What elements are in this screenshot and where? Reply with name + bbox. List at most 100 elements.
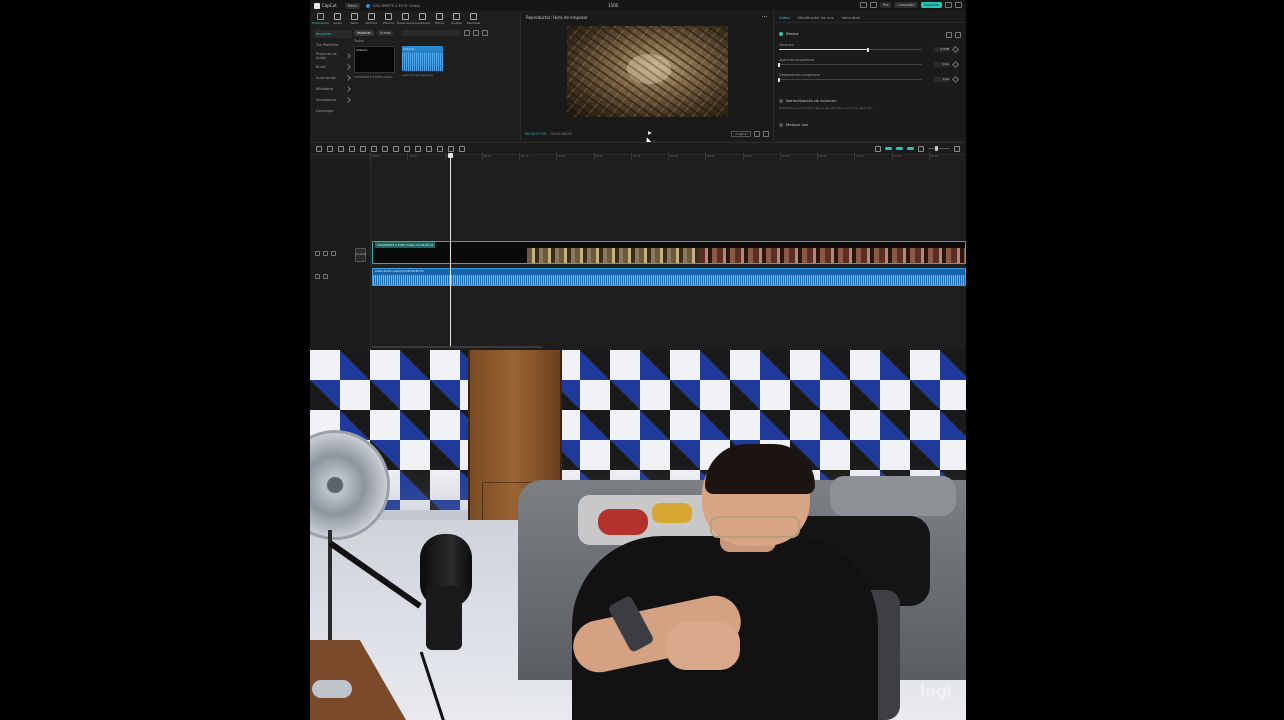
fade-out-value[interactable]: 0.0s (934, 77, 950, 82)
tool-adjust[interactable]: Ajustes (448, 12, 465, 26)
tab-video[interactable]: Vídeo (779, 15, 790, 20)
timeline-scrollbar[interactable] (372, 346, 542, 348)
project-name[interactable]: SUSCRIBETE A ESTE CANAL (366, 3, 421, 8)
enhance-voice-header[interactable]: Mejorar voz (779, 122, 808, 127)
basic-section-header[interactable]: Básico (779, 31, 798, 36)
import-pill[interactable]: Importar (354, 29, 374, 36)
ratio-button[interactable]: Original (731, 130, 751, 137)
link-toggle[interactable] (896, 147, 903, 150)
split-right-icon[interactable] (371, 145, 377, 152)
microphone-icon[interactable] (875, 145, 881, 152)
monitor-icon[interactable] (869, 2, 877, 8)
tool-stickers[interactable]: Stickers (363, 12, 380, 26)
media-section-label: Todos (354, 39, 364, 43)
media-clip-video[interactable]: Añadido SUSCRIBETE A ESTE CANAL (354, 46, 395, 79)
pro-button[interactable]: Pro (879, 2, 892, 8)
minimize-icon[interactable] (945, 2, 952, 8)
magnet-toggle[interactable] (885, 147, 892, 150)
sidebar-item-subscription[interactable]: Suscripción (314, 74, 352, 82)
zoom-knob[interactable] (935, 146, 938, 151)
tool-filters[interactable]: Filtros (431, 12, 448, 26)
zoom-slider[interactable] (928, 146, 950, 151)
mirror-icon[interactable] (426, 145, 432, 152)
fullscreen-icon[interactable] (763, 130, 769, 137)
enhance-voice-checkbox[interactable] (779, 122, 783, 127)
freeze-icon[interactable] (404, 145, 410, 152)
media-clip-audio[interactable]: Añadido audio-fondo-caja.mp3 (402, 46, 443, 79)
delete-icon[interactable] (382, 145, 388, 152)
fade-in-value[interactable]: 0.0s (934, 62, 950, 67)
grid-view-icon[interactable] (481, 29, 488, 36)
slider-knob[interactable] (866, 47, 869, 52)
split-icon[interactable] (349, 145, 355, 152)
preview-axis-toggle[interactable] (907, 147, 914, 150)
menu-button[interactable]: Menú (344, 2, 361, 9)
sidebar-item-ai[interactable]: Inteligencia (314, 96, 352, 104)
marker-icon[interactable] (393, 145, 399, 152)
split-left-icon[interactable] (360, 145, 366, 152)
close-icon[interactable] (955, 2, 962, 8)
layout-icon[interactable] (859, 2, 867, 8)
zoom-in-icon[interactable] (954, 145, 960, 152)
tool-transitions[interactable]: Transiciones (396, 12, 415, 26)
normalize-section-header[interactable]: Normalización de volumen (779, 98, 837, 103)
undo-icon[interactable] (327, 145, 333, 152)
volume-slider[interactable] (779, 47, 922, 52)
sidebar-item-import[interactable]: Importar (314, 30, 352, 38)
share-button[interactable]: Compartir (894, 2, 918, 8)
sort-icon[interactable] (463, 29, 470, 36)
tool-text[interactable]: Texto (346, 12, 363, 26)
sidebar-item-audio-project[interactable]: Proyecto de Audio (314, 52, 352, 60)
reverse-icon[interactable] (415, 145, 421, 152)
cover-button[interactable]: Portada (355, 248, 366, 262)
lock-icon[interactable] (315, 274, 320, 279)
sidebar-item-loop[interactable]: Bucle (314, 63, 352, 71)
fade-in-slider[interactable] (778, 62, 922, 67)
keyframe-diamond-icon[interactable] (951, 45, 960, 54)
eye-icon[interactable] (323, 251, 328, 256)
slider-knob[interactable] (778, 77, 780, 82)
tool-templates[interactable]: Plantillas (465, 12, 482, 26)
app-logo[interactable]: CapCut (314, 2, 337, 9)
search-input[interactable] (400, 29, 461, 36)
crop-icon[interactable] (754, 130, 760, 137)
play-icon[interactable] (648, 131, 652, 135)
sidebar-item-library[interactable]: Biblioteca (314, 85, 352, 93)
fade-out-slider[interactable] (778, 77, 922, 82)
audio-track-header (315, 274, 328, 279)
stepper-icon[interactable] (951, 60, 960, 69)
playhead[interactable] (448, 153, 453, 346)
preview-frame[interactable] (567, 26, 728, 117)
stepper-icon[interactable] (951, 75, 960, 84)
tool-effects[interactable]: Efectos (380, 12, 397, 26)
auto-reframe-icon[interactable] (459, 145, 465, 152)
crop-icon[interactable] (448, 145, 454, 152)
tool-audio[interactable]: Audio (329, 12, 346, 26)
audio-clip[interactable]: audio-fondo-caja.mp3 00:09:40:03 (372, 268, 966, 286)
normalize-checkbox[interactable] (779, 98, 783, 103)
more-options-icon[interactable] (762, 16, 767, 19)
record-pill[interactable]: Grabar (376, 29, 394, 36)
timeline-ruler[interactable]: 00:0000:0500:1000:1500:2000:2500:3000:35… (370, 153, 966, 161)
sidebar-item-download[interactable]: Descargar (314, 107, 352, 115)
slider-knob[interactable] (778, 62, 780, 67)
tab-speed[interactable]: Velocidad (842, 15, 860, 20)
lock-icon[interactable] (315, 251, 320, 256)
video-clip[interactable]: SUSCRIBETE A ESTE CANAL 00:09:40:03 (372, 241, 966, 264)
sidebar-item-templates[interactable]: Tus Plantillas (314, 41, 352, 49)
zoom-out-icon[interactable] (918, 145, 924, 152)
select-tool-icon[interactable] (316, 145, 322, 152)
tab-voice-changer[interactable]: Modificador de voz (798, 15, 834, 20)
reset-icon[interactable] (946, 32, 952, 38)
tool-media[interactable]: Multimedia (312, 12, 329, 26)
rotate-icon[interactable] (437, 145, 443, 152)
export-button[interactable]: Exportar (920, 2, 942, 8)
filter-icon[interactable] (472, 29, 479, 36)
redo-icon[interactable] (338, 145, 344, 152)
speaker-icon[interactable] (331, 251, 336, 256)
volume-value[interactable]: 0.0dB (934, 47, 950, 52)
keyframe-icon[interactable] (955, 32, 961, 38)
tool-captions[interactable]: Subtítulos (414, 12, 431, 26)
basic-toggle[interactable] (779, 31, 783, 36)
speaker-icon[interactable] (323, 274, 328, 279)
